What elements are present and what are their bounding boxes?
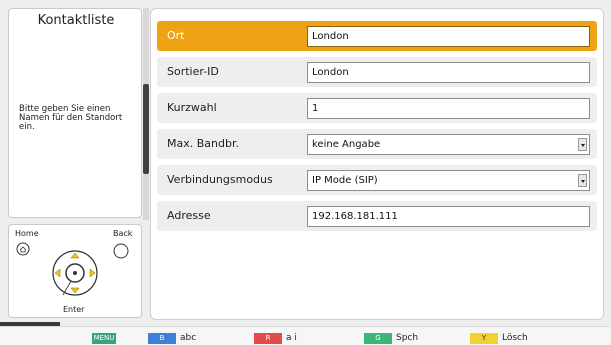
form-row-sort-id[interactable]: Sortier-ID London [157,57,597,87]
scrollbar-thumb[interactable] [143,84,149,174]
form-row-connection-mode[interactable]: Verbindungsmodus IP Mode (SIP) [157,165,597,195]
sidebar-title: Kontaktliste [37,13,115,28]
form-row-location[interactable]: Ort London [157,21,597,51]
row-label-address: Adresse [167,209,211,222]
enter-label: Enter [63,305,85,314]
connection-mode-select[interactable]: IP Mode (SIP) [307,170,590,191]
row-label-connection-mode: Verbindungsmodus [167,173,273,186]
form-row-address[interactable]: Adresse 192.168.181.111 [157,201,597,231]
row-label-max-bandwidth: Max. Bandbr. [167,137,239,150]
contact-form: Ort London Sortier-ID London Kurzwahl 1 … [150,8,604,320]
address-input[interactable]: 192.168.181.111 [307,206,590,227]
menu-key[interactable]: MENU [92,333,116,344]
home-icon [16,242,30,256]
row-label-sort-id: Sortier-ID [167,65,219,78]
red-key-label: a i [286,333,297,343]
speed-dial-input[interactable]: 1 [307,98,590,119]
form-row-speed-dial[interactable]: Kurzwahl 1 [157,93,597,123]
row-label-location: Ort [167,29,185,42]
help-text: Bitte geben Sie einen Namen für den Stan… [19,104,123,132]
green-key-label: Spch [396,333,419,343]
max-bandwidth-select[interactable]: keine Angabe [307,134,590,155]
dpad-icon [52,250,98,296]
location-input[interactable]: London [307,26,590,47]
blue-key[interactable]: B [148,333,176,344]
form-row-max-bandwidth[interactable]: Max. Bandbr. keine Angabe [157,129,597,159]
back-icon [113,243,129,259]
remote-guide: Home Back Enter [8,224,142,318]
red-key[interactable]: R [254,333,282,344]
sidebar-panel: Kontaktliste Bitte geben Sie einen Namen… [8,8,142,218]
blue-key-label: abc [180,333,197,343]
connection-mode-value: IP Mode (SIP) [312,175,378,186]
yellow-key-label: Lösch [502,333,528,343]
max-bandwidth-value: keine Angabe [312,139,381,150]
row-label-speed-dial: Kurzwahl [167,101,217,114]
sort-id-input[interactable]: London [307,62,590,83]
chevron-down-icon[interactable] [578,174,587,187]
yellow-key[interactable]: Y [470,333,498,344]
chevron-down-icon[interactable] [578,138,587,151]
green-key[interactable]: G [364,333,392,344]
